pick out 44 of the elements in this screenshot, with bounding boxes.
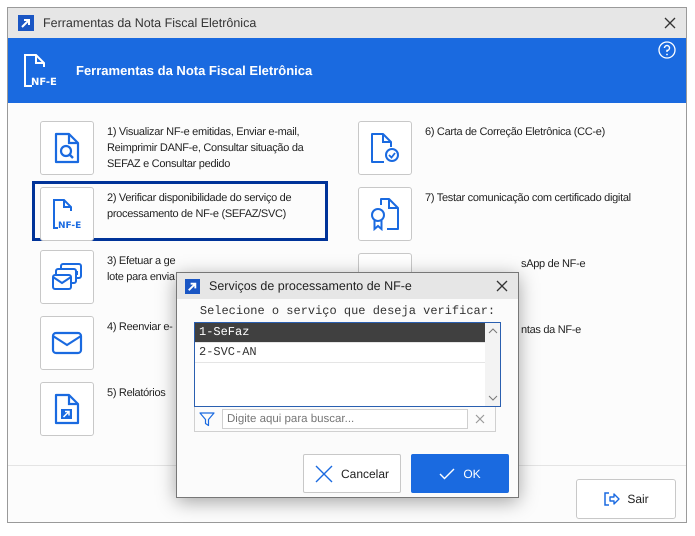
exit-button[interactable]: Sair (576, 479, 676, 519)
tool-label: 3) Efetuar a ge (107, 254, 176, 269)
tool-label: 1) Visualizar NF-e emitidas, Enviar e-mail, Reimprimir DANF-e, Consultar situação da SEFAZ e Consultar pedido (107, 125, 305, 172)
envelope-cards-icon (51, 262, 83, 292)
exit-icon (603, 491, 622, 507)
tool-button[interactable] (40, 121, 94, 175)
dialog-title: Serviços de processamento de NF-e (209, 279, 413, 293)
cancel-button[interactable]: Cancelar (303, 454, 401, 493)
header-title: Ferramentas da Nota Fiscal Eletrônica (76, 63, 312, 78)
tool-button[interactable] (40, 250, 94, 304)
help-icon[interactable] (658, 41, 676, 59)
tool-button[interactable]: NF-E (40, 187, 94, 241)
ok-button[interactable]: OK (411, 454, 509, 493)
tool-label: sApp de NF-e (521, 257, 586, 272)
clear-icon[interactable] (475, 414, 485, 424)
tool-label: 6) Carta de Correção Eletrônica (CC-e) (425, 125, 605, 140)
certificate-document-icon (369, 197, 401, 231)
tool-button[interactable] (358, 121, 412, 175)
window-title: Ferramentas da Nota Fiscal Eletrônica (43, 16, 258, 30)
close-icon (314, 464, 333, 482)
list-item[interactable]: 2-SVC-AN (195, 343, 485, 363)
tool-button[interactable] (40, 316, 94, 370)
tool-label: 2) Verificar disponibilidade do serviço de processamento de NF-e (SEFAZ/SVC) (107, 191, 292, 222)
close-icon[interactable] (496, 280, 508, 292)
tool-label: lote para envia (107, 270, 175, 285)
tool-label: 5) Relatórios (107, 386, 166, 401)
scrollbar[interactable] (485, 323, 500, 406)
document-check-icon (370, 132, 400, 164)
document-arrow-icon (54, 393, 80, 425)
tool-button[interactable] (40, 382, 94, 436)
check-icon (439, 468, 456, 480)
chevron-up-icon[interactable] (488, 328, 498, 334)
tool-label: 4) Reenviar e- (107, 320, 172, 335)
search-field[interactable]: Digite aqui para buscar... (222, 409, 468, 429)
list-item[interactable]: 1-SeFaz (195, 323, 485, 343)
tool-label: ntas da NF-e (521, 323, 581, 338)
close-icon[interactable] (664, 17, 676, 29)
prompt-text: Selecione o serviço que deseja verificar: (198, 304, 496, 318)
filter-icon[interactable] (199, 411, 215, 427)
envelope-icon (51, 331, 83, 355)
chevron-down-icon[interactable] (488, 395, 498, 401)
tool-label: 7) Testar comunicação com certificado digital (425, 191, 631, 206)
document-search-icon (54, 132, 80, 164)
tool-button[interactable] (358, 187, 412, 241)
